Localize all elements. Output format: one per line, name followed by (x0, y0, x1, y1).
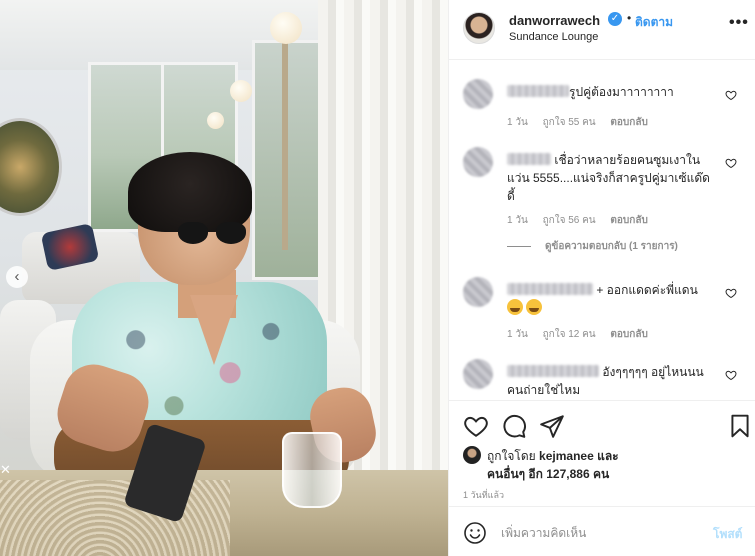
liker-username[interactable]: kejmanee (539, 449, 594, 463)
post-photo[interactable]: ‹ ✕ (0, 0, 448, 556)
grinning-sweat-emoji-icon (507, 299, 523, 315)
close-icon[interactable]: ✕ (0, 462, 11, 478)
reply-button[interactable]: ตอบกลับ (610, 117, 647, 128)
comment-time[interactable]: 1 วัน (507, 215, 528, 226)
comment-likes[interactable]: ถูกใจ 12 คน (543, 329, 596, 340)
blurred-username[interactable] (507, 283, 593, 295)
heart-icon[interactable] (725, 89, 737, 101)
comment-likes[interactable]: ถูกใจ 56 คน (543, 215, 596, 226)
likes-and: และ (597, 449, 619, 463)
reply-button[interactable]: ตอบกลับ (610, 215, 647, 226)
comment-meta: 1 วัน ถูกใจ 55 คน ตอบกลับ (507, 115, 660, 130)
comment-text: + ออกแดดค่ะพี่แดน (596, 283, 698, 297)
likes-unit: คน (592, 467, 610, 481)
more-options-icon[interactable]: ••• (729, 14, 749, 32)
grinning-sweat-emoji-icon (526, 299, 542, 315)
person-hair (128, 152, 252, 232)
comment-meta: 1 วัน ถูกใจ 12 คน ตอบกลับ (507, 327, 660, 342)
lamp-globe (230, 80, 252, 102)
lamp-pole (282, 40, 288, 250)
comments-list[interactable]: รูปคู่ต้องมาาาาาาาา 1 วัน ถูกใจ 55 คน ตอ… (449, 61, 755, 400)
blurred-username[interactable] (507, 153, 551, 165)
follow-button[interactable]: ติดตาม (635, 13, 673, 32)
water-glass (282, 432, 342, 508)
comment-body: อังๆๆๆๆๆ อยู่ไหนนนคนถ่ายใช่ไหม (507, 363, 712, 399)
location-link[interactable]: Sundance Lounge (509, 31, 598, 43)
comment-time[interactable]: 1 วัน (507, 329, 528, 340)
table-mat (0, 480, 230, 556)
round-mirror (0, 118, 62, 216)
comment-likes[interactable]: ถูกใจ 55 คน (543, 117, 596, 128)
add-comment-bar: โพสต์ (449, 506, 755, 556)
likes-prefix: ถูกใจโดย (487, 449, 536, 463)
commenter-avatar[interactable] (463, 277, 493, 307)
view-replies-button[interactable]: ดูข้อความตอบกลับ (1 รายการ) (507, 239, 678, 254)
blurred-username[interactable] (507, 85, 569, 97)
separator-dot: • (627, 11, 632, 25)
liker-avatar[interactable] (463, 446, 481, 464)
heart-icon[interactable] (725, 157, 737, 169)
verified-badge-icon: ✓ (608, 12, 622, 26)
heart-icon[interactable] (463, 413, 489, 439)
reply-button[interactable]: ตอบกลับ (610, 329, 647, 340)
post-button[interactable]: โพสต์ (713, 525, 742, 544)
share-icon[interactable] (539, 413, 565, 439)
comment-body: + ออกแดดค่ะพี่แดน (507, 281, 712, 317)
post-timestamp[interactable]: 1 วันที่แล้ว (463, 488, 504, 502)
lamp-globe (270, 12, 302, 44)
likes-line-1: ถูกใจโดย kejmanee และ (487, 447, 619, 466)
lamp-globe (207, 112, 224, 129)
comment-time[interactable]: 1 วัน (507, 117, 528, 128)
bookmark-icon[interactable] (727, 413, 753, 439)
avatar[interactable] (463, 12, 495, 44)
likes-others[interactable]: คนอื่นๆ อีก (487, 467, 543, 481)
likes-line-2[interactable]: คนอื่นๆ อีก 127,886 คน (487, 465, 609, 484)
commenter-avatar[interactable] (463, 147, 493, 177)
commenter-avatar[interactable] (463, 79, 493, 109)
smile-icon[interactable] (463, 521, 487, 545)
prev-arrow-icon[interactable]: ‹ (6, 266, 28, 288)
comment-icon[interactable] (501, 413, 527, 439)
heart-icon[interactable] (725, 369, 737, 381)
blurred-username[interactable] (507, 365, 599, 377)
comment-meta: 1 วัน ถูกใจ 56 คน ตอบกลับ (507, 213, 660, 228)
comment-text: รูปคู่ต้องมาาาาาาาา (569, 85, 674, 99)
comment-body: รูปคู่ต้องมาาาาาาาา (507, 83, 712, 101)
post-header: danworrawech ✓ • ติดตาม Sundance Lounge … (449, 0, 755, 60)
commenter-avatar[interactable] (463, 359, 493, 389)
sunglasses (178, 222, 250, 244)
likes-count[interactable]: 127,886 (546, 467, 589, 481)
shirt-collar (190, 295, 238, 365)
username-link[interactable]: danworrawech (509, 13, 600, 28)
heart-icon[interactable] (725, 287, 737, 299)
comment-body: เชื่อว่าหลายร้อยคนซูมเงาในแว่น 5555....แ… (507, 151, 712, 205)
action-bar (449, 400, 755, 446)
comment-input[interactable] (501, 524, 691, 542)
post-sidebar: danworrawech ✓ • ติดตาม Sundance Lounge … (448, 0, 755, 556)
